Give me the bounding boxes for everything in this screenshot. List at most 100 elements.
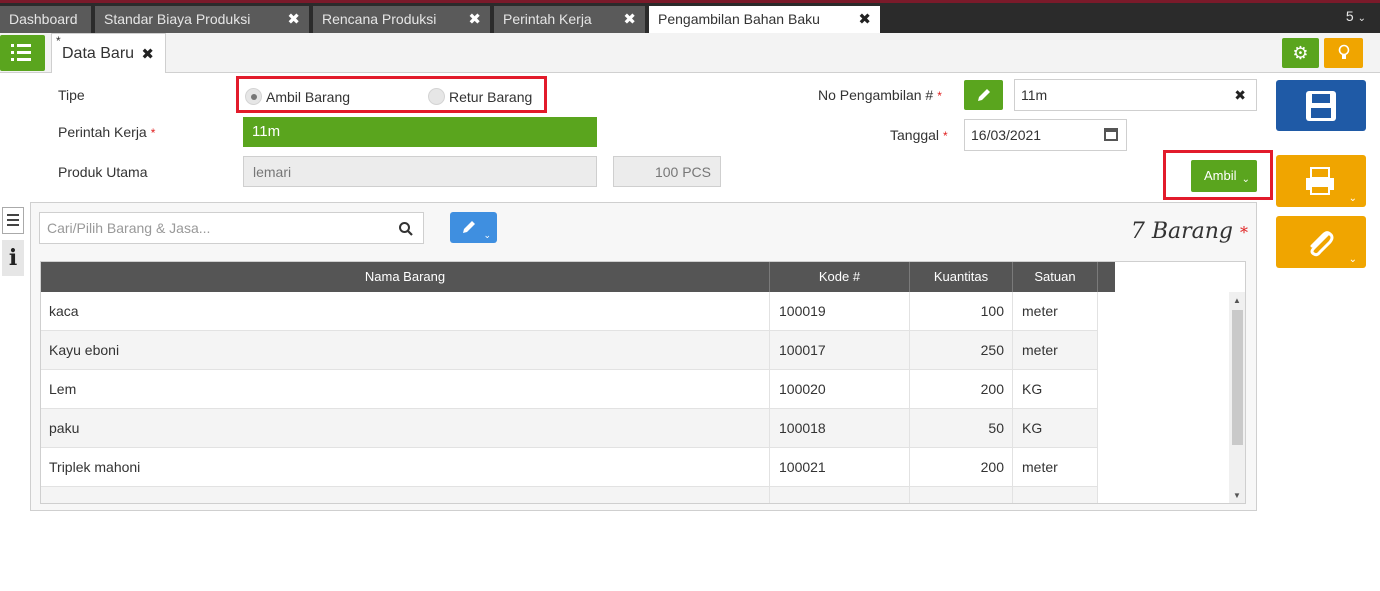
column-header-kuantitas[interactable]: Kuantitas (910, 262, 1013, 292)
edit-number-button[interactable] (964, 80, 1003, 110)
item-count: 7 Barang * (1100, 219, 1248, 244)
chevron-down-icon: ⌄ (1348, 193, 1357, 204)
menu-list-button[interactable] (0, 35, 45, 71)
column-header-spacer (1098, 262, 1115, 292)
count-text: 7 Barang (1130, 219, 1233, 244)
label-text: No Pengambilan # (818, 87, 934, 103)
close-icon[interactable]: ✖ (141, 35, 154, 75)
tab-count-dropdown[interactable]: 5 ⌄ (1346, 8, 1366, 24)
cell-kode: 100017 (770, 331, 910, 370)
cell-kuantitas[interactable]: 50 (910, 409, 1013, 448)
cell-satuan: KG (1013, 370, 1098, 409)
tab-pengambilan-bahan-baku[interactable]: Pengambilan Bahan Baku ✖ (649, 6, 880, 36)
close-icon[interactable]: ✖ (858, 6, 871, 33)
radio-label: Ambil Barang (266, 89, 351, 105)
radio-retur-barang[interactable]: Retur Barang (428, 88, 532, 105)
required-mark: * (937, 89, 942, 103)
cell-kode: 100021 (770, 448, 910, 487)
tab-label: Dashboard (9, 11, 78, 27)
chevron-down-icon: ⌄ (1348, 254, 1357, 265)
required-mark: * (1240, 223, 1248, 242)
tab-perintah-kerja[interactable]: Perintah Kerja ✖ (494, 6, 645, 33)
produk-utama-label: Produk Utama (58, 164, 148, 180)
radio-ambil-barang[interactable]: Ambil Barang (245, 88, 350, 105)
table-row-partial[interactable] (41, 487, 1098, 503)
tips-button[interactable] (1324, 38, 1363, 68)
cell-satuan: meter (1013, 292, 1098, 331)
perintah-kerja-label: Perintah Kerja * (58, 124, 155, 140)
search-icon[interactable] (398, 221, 414, 237)
produk-utama-field: lemari (243, 156, 597, 187)
tab-label: Perintah Kerja (503, 11, 592, 27)
clear-icon[interactable]: ✖ (1234, 80, 1246, 110)
cell-satuan (1013, 487, 1098, 503)
cell-satuan: meter (1013, 448, 1098, 487)
tipe-label: Tipe (58, 87, 85, 103)
sub-toolbar: * Data Baru ✖ ⚙ (0, 33, 1380, 73)
label-text: Perintah Kerja (58, 124, 147, 140)
no-pengambilan-input[interactable]: 11m ✖ (1014, 79, 1257, 111)
input-value: 11m (1021, 87, 1048, 103)
column-header-satuan[interactable]: Satuan (1013, 262, 1098, 292)
tab-standar-biaya-produksi[interactable]: Standar Biaya Produksi ✖ (95, 6, 309, 33)
cell-nama: Lem (41, 370, 770, 409)
tab-rencana-produksi[interactable]: Rencana Produksi ✖ (313, 6, 490, 33)
cell-kode: 100019 (770, 292, 910, 331)
close-icon[interactable]: ✖ (287, 6, 300, 33)
save-button[interactable] (1276, 80, 1366, 131)
cell-kuantitas (910, 487, 1013, 503)
table-row[interactable]: Triplek mahoni 100021 200 meter (41, 448, 1098, 487)
items-table: Nama Barang Kode # Kuantitas Satuan kaca… (40, 261, 1246, 504)
table-scrollbar[interactable]: ▲ ▼ (1229, 292, 1245, 503)
cell-kuantitas[interactable]: 250 (910, 331, 1013, 370)
tab-label: Rencana Produksi (322, 11, 437, 27)
cell-kode: 100020 (770, 370, 910, 409)
radio-selected-icon (245, 88, 262, 105)
search-placeholder: Cari/Pilih Barang & Jasa... (47, 220, 211, 236)
ambil-button[interactable]: Ambil ⌄ (1191, 160, 1257, 192)
scroll-down-icon[interactable]: ▼ (1233, 491, 1241, 500)
cell-nama: Triplek mahoni (41, 448, 770, 487)
settings-button[interactable]: ⚙ (1282, 38, 1319, 68)
item-edit-dropdown-button[interactable]: ⌄ (450, 212, 497, 243)
print-button[interactable]: ⌄ (1276, 155, 1366, 207)
table-row[interactable]: Lem 100020 200 KG (41, 370, 1098, 409)
cell-kuantitas[interactable]: 100 (910, 292, 1013, 331)
scroll-up-icon[interactable]: ▲ (1233, 296, 1241, 305)
calendar-icon[interactable] (1104, 128, 1118, 141)
pencil-icon (978, 89, 990, 101)
tanggal-label: Tanggal * (890, 127, 948, 143)
radio-unselected-icon (428, 88, 445, 105)
cell-satuan: KG (1013, 409, 1098, 448)
table-row[interactable]: paku 100018 50 KG (41, 409, 1098, 448)
cell-kuantitas[interactable]: 200 (910, 370, 1013, 409)
column-header-nama[interactable]: Nama Barang (41, 262, 770, 292)
input-value: 16/03/2021 (971, 127, 1042, 143)
table-row[interactable]: Kayu eboni 100017 250 meter (41, 331, 1098, 370)
tab-count: 5 (1345, 8, 1354, 24)
perintah-kerja-field[interactable]: 11m (243, 117, 597, 147)
attachment-button[interactable]: ⌄ (1276, 216, 1366, 268)
table-row[interactable]: kaca 100019 100 meter (41, 292, 1098, 331)
column-header-kode[interactable]: Kode # (770, 262, 910, 292)
tab-label: Standar Biaya Produksi (104, 11, 251, 27)
label-text: Tanggal (890, 127, 940, 143)
radio-label: Retur Barang (449, 89, 533, 105)
tab-data-baru[interactable]: * Data Baru ✖ (51, 33, 166, 73)
scrollbar-thumb[interactable] (1232, 310, 1243, 445)
cell-nama: Kayu eboni (41, 331, 770, 370)
info-icon[interactable]: i (2, 240, 24, 276)
no-pengambilan-label: No Pengambilan # * (818, 87, 942, 103)
document-list-icon[interactable] (2, 207, 24, 234)
cell-kode (770, 487, 910, 503)
chevron-down-icon: ⌄ (1357, 13, 1366, 24)
tab-dashboard[interactable]: Dashboard (0, 6, 91, 33)
subtab-label: Data Baru (62, 45, 135, 62)
tanggal-input[interactable]: 16/03/2021 (964, 119, 1127, 151)
cell-kuantitas[interactable]: 200 (910, 448, 1013, 487)
chevron-down-icon: ⌄ (1241, 174, 1250, 185)
close-icon[interactable]: ✖ (468, 6, 481, 33)
cell-nama: paku (41, 409, 770, 448)
item-search-input[interactable]: Cari/Pilih Barang & Jasa... (39, 212, 424, 244)
close-icon[interactable]: ✖ (623, 6, 636, 33)
